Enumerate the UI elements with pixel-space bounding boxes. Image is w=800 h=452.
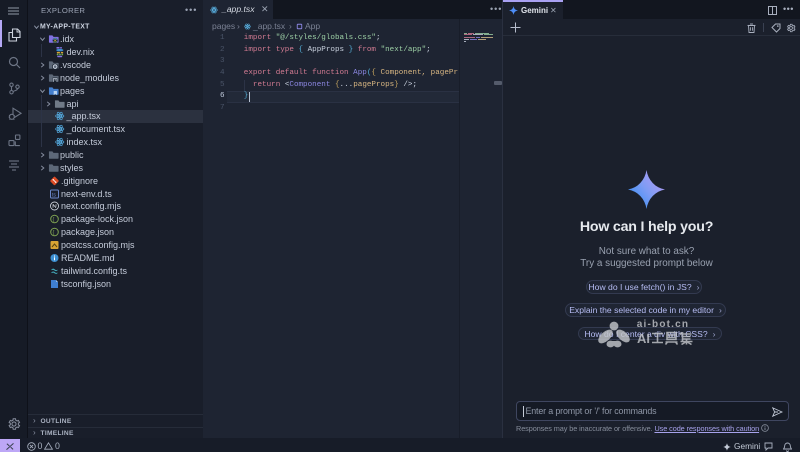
svg-text:{: { <box>52 217 54 223</box>
svg-text:ts: ts <box>52 192 56 198</box>
svg-text:{: { <box>52 230 54 236</box>
